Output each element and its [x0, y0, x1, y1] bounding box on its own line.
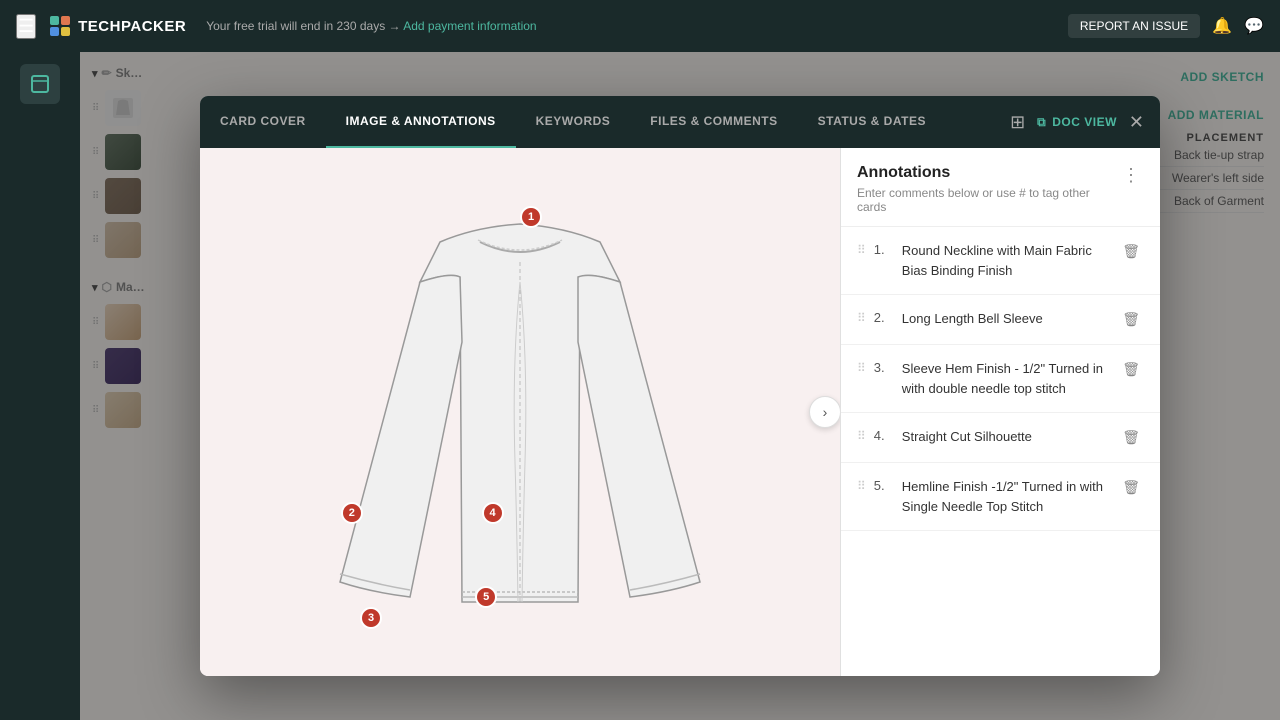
- panel-header-row: Annotations Enter comments below or use …: [857, 164, 1144, 214]
- doc-view-button[interactable]: ⧉ DOC VIEW: [1037, 115, 1117, 130]
- annotation-dot-1[interactable]: 1: [520, 206, 542, 228]
- tab-status-dates[interactable]: STATUS & DATES: [798, 96, 946, 148]
- delete-annotation-5[interactable]: 🗑: [1118, 477, 1144, 498]
- annotation-text-5[interactable]: Hemline Finish -1/2" Turned in with Sing…: [902, 477, 1110, 516]
- annotation-item-3: ⠿ 3. Sleeve Hem Finish - 1/2" Turned in …: [841, 345, 1160, 413]
- layers-icon: ⧉: [1037, 115, 1046, 130]
- delete-annotation-4[interactable]: 🗑: [1118, 427, 1144, 448]
- drag-handle-5: ⠿: [857, 479, 866, 493]
- sidebar-item-cards[interactable]: [20, 64, 60, 104]
- delete-annotation-1[interactable]: 🗑: [1118, 241, 1144, 262]
- annotation-number-4: 4.: [874, 428, 894, 443]
- logo-text: TECHPACKER: [78, 18, 186, 35]
- annotation-item-1: ⠿ 1. Round Neckline with Main Fabric Bia…: [841, 227, 1160, 295]
- tab-image-annotations[interactable]: IMAGE & ANNOTATIONS: [326, 96, 516, 148]
- panel-title-area: Annotations Enter comments below or use …: [857, 164, 1118, 214]
- delete-annotation-2[interactable]: 🗑: [1118, 309, 1144, 330]
- chat-icon[interactable]: 💬: [1244, 16, 1264, 36]
- drag-handle-1: ⠿: [857, 243, 866, 257]
- annotation-text-4[interactable]: Straight Cut Silhouette: [902, 427, 1110, 447]
- trial-link[interactable]: Add payment information: [403, 19, 536, 33]
- drag-handle-2: ⠿: [857, 311, 866, 325]
- report-issue-button[interactable]: REPORT AN ISSUE: [1068, 14, 1200, 38]
- modal-overlay: CARD COVER IMAGE & ANNOTATIONS KEYWORDS …: [80, 52, 1280, 720]
- modal-body: 1 2 3 4 5 ›: [200, 148, 1160, 676]
- logo: TECHPACKER: [48, 14, 186, 38]
- modal: CARD COVER IMAGE & ANNOTATIONS KEYWORDS …: [200, 96, 1160, 676]
- annotation-number-5: 5.: [874, 478, 894, 493]
- modal-tabs: CARD COVER IMAGE & ANNOTATIONS KEYWORDS …: [200, 96, 1160, 148]
- image-area: 1 2 3 4 5 ›: [200, 148, 840, 676]
- next-chevron-button[interactable]: ›: [809, 396, 840, 428]
- cards-icon: [30, 74, 50, 94]
- close-modal-button[interactable]: ✕: [1125, 108, 1148, 137]
- annotation-dot-2[interactable]: 2: [341, 502, 363, 524]
- annotation-text-2[interactable]: Long Length Bell Sleeve: [902, 309, 1110, 329]
- annotation-text-3[interactable]: Sleeve Hem Finish - 1/2" Turned in with …: [902, 359, 1110, 398]
- left-sidebar: [0, 52, 80, 720]
- annotation-text-1[interactable]: Round Neckline with Main Fabric Bias Bin…: [902, 241, 1110, 280]
- annotations-title: Annotations: [857, 164, 1118, 182]
- annotation-number-2: 2.: [874, 310, 894, 325]
- delete-annotation-3[interactable]: 🗑: [1118, 359, 1144, 380]
- tab-files-comments[interactable]: FILES & COMMENTS: [630, 96, 797, 148]
- garment-illustration: [280, 162, 760, 662]
- top-bar-right: REPORT AN ISSUE 🔔 💬: [1068, 14, 1264, 38]
- drag-handle-3: ⠿: [857, 361, 866, 375]
- panel-header: Annotations Enter comments below or use …: [841, 148, 1160, 227]
- annotation-item-5: ⠿ 5. Hemline Finish -1/2" Turned in with…: [841, 463, 1160, 531]
- annotation-number-1: 1.: [874, 242, 894, 257]
- annotations-subtitle: Enter comments below or use # to tag oth…: [857, 186, 1118, 214]
- menu-button[interactable]: ☰: [16, 14, 36, 39]
- drag-handle-4: ⠿: [857, 429, 866, 443]
- layout-icon[interactable]: ⊞: [1006, 108, 1029, 137]
- tab-keywords[interactable]: KEYWORDS: [516, 96, 631, 148]
- annotations-panel: Annotations Enter comments below or use …: [840, 148, 1160, 676]
- logo-icon: [48, 14, 72, 38]
- annotation-dot-4[interactable]: 4: [482, 502, 504, 524]
- annotation-number-3: 3.: [874, 360, 894, 375]
- notification-icon[interactable]: 🔔: [1212, 16, 1232, 36]
- annotation-item-4: ⠿ 4. Straight Cut Silhouette 🗑: [841, 413, 1160, 463]
- tab-card-cover[interactable]: CARD COVER: [200, 96, 326, 148]
- modal-actions: ⊞ ⧉ DOC VIEW ✕: [994, 108, 1160, 137]
- annotation-item-2: ⠿ 2. Long Length Bell Sleeve 🗑: [841, 295, 1160, 345]
- panel-menu-button[interactable]: ⋮: [1118, 164, 1144, 186]
- annotations-list: ⠿ 1. Round Neckline with Main Fabric Bia…: [841, 227, 1160, 676]
- top-bar: ☰ TECHPACKER Your free trial will end in…: [0, 0, 1280, 52]
- trial-text: Your free trial will end in 230 days → A…: [206, 19, 536, 33]
- main-content: ▾ ✏ Sk… ⠿ ⠿ ⠿ ⠿ ▾ ⬡: [80, 52, 1280, 720]
